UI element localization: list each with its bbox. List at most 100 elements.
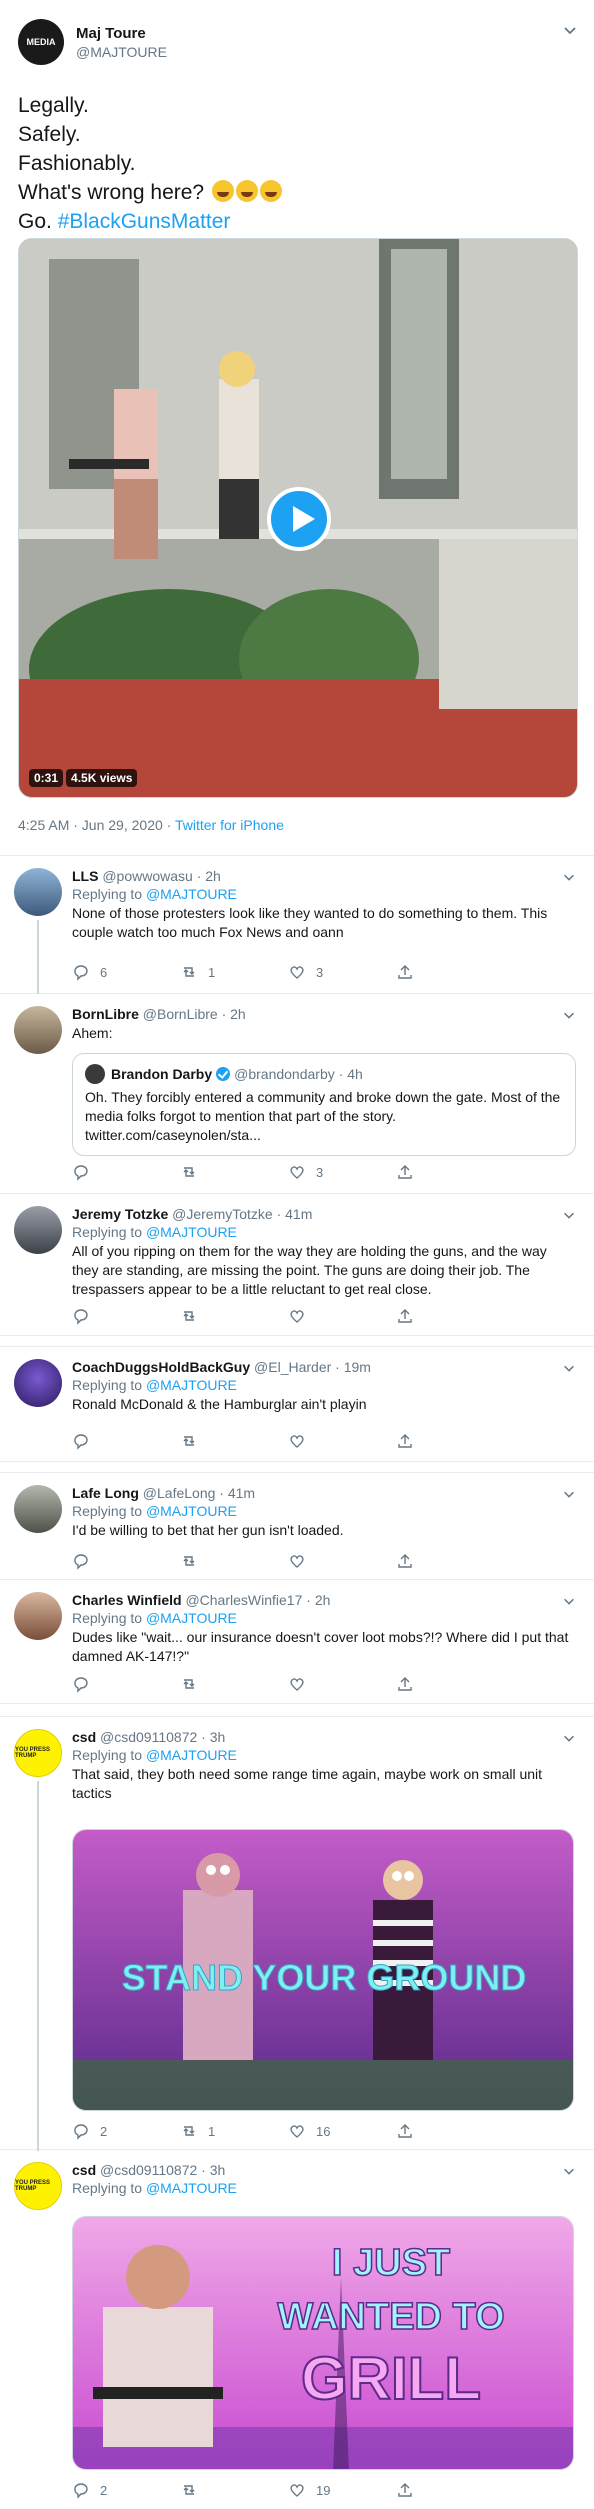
avatar[interactable]: [14, 1485, 62, 1533]
reply-tweet[interactable]: LLS @powwowasu · 2h Replying to @MAJTOUR…: [0, 856, 594, 994]
author-name[interactable]: csd: [72, 2162, 96, 2178]
reply-button[interactable]: 6: [72, 963, 180, 981]
share-icon: [398, 1434, 412, 1448]
timestamp[interactable]: 4:25 AM · Jun 29, 2020 ·: [18, 817, 175, 833]
reply-time[interactable]: · 3h: [201, 2162, 225, 2178]
like-button[interactable]: 19: [288, 2481, 396, 2499]
author-handle[interactable]: @csd09110872: [100, 2162, 197, 2178]
reply-button[interactable]: 2: [72, 2122, 180, 2140]
avatar[interactable]: [14, 1206, 62, 1254]
mention-link[interactable]: @MAJTOURE: [146, 2180, 237, 2196]
like-button[interactable]: [288, 1552, 396, 1570]
like-button[interactable]: [288, 1675, 396, 1693]
author-handle[interactable]: @MAJTOURE: [76, 44, 167, 60]
reply-button[interactable]: [72, 1163, 180, 1181]
share-button[interactable]: [396, 2481, 504, 2499]
author-name[interactable]: Lafe Long: [72, 1485, 139, 1501]
reply-button[interactable]: [72, 1307, 180, 1325]
quote-link[interactable]: twitter.com/caseynolen/sta...: [85, 1126, 563, 1145]
share-button[interactable]: [396, 1432, 504, 1450]
retweet-button[interactable]: [180, 1552, 288, 1570]
laughing-emoji-icon: [259, 180, 282, 202]
author-name[interactable]: Charles Winfield: [72, 1592, 182, 1608]
reply-tweet[interactable]: YOU PRESS TRUMP csd @csd09110872 · 3h Re…: [0, 2150, 594, 2509]
author-handle[interactable]: @powwowasu: [102, 868, 192, 884]
reply-tweet[interactable]: CoachDuggsHoldBackGuy @El_Harder · 19m R…: [0, 1346, 594, 1462]
author-name[interactable]: CoachDuggsHoldBackGuy: [72, 1359, 250, 1375]
author-handle[interactable]: @LafeLong: [143, 1485, 216, 1501]
reply-time[interactable]: · 2h: [222, 1006, 246, 1022]
reply-tweet[interactable]: Lafe Long @LafeLong · 41m Replying to @M…: [0, 1472, 594, 1580]
avatar[interactable]: MEDIA: [18, 19, 64, 65]
share-button[interactable]: [396, 1675, 504, 1693]
chevron-down-icon[interactable]: [562, 22, 578, 38]
reply-tweet[interactable]: Charles Winfield @CharlesWinfie17 · 2h R…: [0, 1580, 594, 1704]
quote-text: Oh. They forcibly entered a community an…: [85, 1089, 561, 1124]
avatar[interactable]: [14, 1006, 62, 1054]
reply-time[interactable]: · 41m: [277, 1206, 313, 1222]
video-player[interactable]: 0:31 4.5K views: [18, 238, 578, 798]
reply-tweet[interactable]: Jeremy Totzke @JeremyTotzke · 41m Replyi…: [0, 1194, 594, 1336]
reply-icon: [74, 1309, 88, 1325]
like-button[interactable]: [288, 1307, 396, 1325]
author-handle[interactable]: @CharlesWinfie17: [185, 1592, 302, 1608]
laughing-emoji-icon: [211, 180, 234, 202]
avatar[interactable]: YOU PRESS TRUMP: [14, 1729, 62, 1777]
author-name[interactable]: LLS: [72, 868, 98, 884]
like-button[interactable]: 3: [288, 963, 396, 981]
retweet-button[interactable]: [180, 1307, 288, 1325]
like-button[interactable]: 3: [288, 1163, 396, 1181]
reply-time[interactable]: · 2h: [197, 868, 221, 884]
like-button[interactable]: [288, 1432, 396, 1450]
hashtag-link[interactable]: #BlackGunsMatter: [58, 210, 231, 233]
reply-button[interactable]: [72, 1432, 180, 1450]
reply-button[interactable]: [72, 1675, 180, 1693]
quoted-tweet[interactable]: Brandon Darby @brandondarby · 4h Oh. The…: [72, 1053, 576, 1156]
mention-link[interactable]: @MAJTOURE: [146, 1503, 237, 1519]
attached-image[interactable]: I JUST WANTED TO GRILL: [72, 2216, 574, 2470]
retweet-button[interactable]: [180, 1163, 288, 1181]
share-button[interactable]: [396, 963, 504, 981]
retweet-button[interactable]: [180, 1432, 288, 1450]
mention-link[interactable]: @MAJTOURE: [146, 1377, 237, 1393]
author-name[interactable]: BornLibre: [72, 1006, 139, 1022]
author-name[interactable]: Jeremy Totzke: [72, 1206, 168, 1222]
retweet-button[interactable]: [180, 1675, 288, 1693]
source-link[interactable]: Twitter for iPhone: [175, 817, 284, 833]
play-button[interactable]: [267, 487, 331, 551]
share-button[interactable]: [396, 2122, 504, 2140]
author-name[interactable]: Maj Toure: [76, 25, 167, 42]
author-handle[interactable]: @El_Harder: [254, 1359, 331, 1375]
avatar[interactable]: [14, 1359, 62, 1407]
reply-time[interactable]: · 41m: [219, 1485, 255, 1501]
avatar[interactable]: [14, 1592, 62, 1640]
mention-link[interactable]: @MAJTOURE: [146, 886, 237, 902]
share-button[interactable]: [396, 1307, 504, 1325]
share-button[interactable]: [396, 1552, 504, 1570]
like-button[interactable]: 16: [288, 2122, 396, 2140]
share-button[interactable]: [396, 1163, 504, 1181]
quote-time: · 4h: [338, 1065, 363, 1082]
share-icon: [398, 2483, 412, 2497]
reply-button[interactable]: [72, 1552, 180, 1570]
avatar[interactable]: YOU PRESS TRUMP: [14, 2162, 62, 2210]
avatar[interactable]: [14, 868, 62, 916]
reply-tweet[interactable]: YOU PRESS TRUMP csd @csd09110872 · 3h Re…: [0, 1716, 594, 2151]
reply-time[interactable]: · 3h: [201, 1729, 225, 1745]
mention-link[interactable]: @MAJTOURE: [146, 1747, 237, 1763]
retweet-button[interactable]: 1: [180, 963, 288, 981]
author-handle[interactable]: @csd09110872: [100, 1729, 197, 1745]
author-name[interactable]: csd: [72, 1729, 96, 1745]
author-handle[interactable]: @BornLibre: [143, 1006, 218, 1022]
retweet-button[interactable]: [180, 2481, 288, 2499]
author-handle[interactable]: @JeremyTotzke: [172, 1206, 273, 1222]
reply-time[interactable]: · 2h: [306, 1592, 330, 1608]
retweet-button[interactable]: 1: [180, 2122, 288, 2140]
share-icon: [398, 1677, 412, 1691]
reply-time[interactable]: · 19m: [335, 1359, 371, 1375]
mention-link[interactable]: @MAJTOURE: [146, 1224, 237, 1240]
reply-button[interactable]: 2: [72, 2481, 180, 2499]
reply-tweet[interactable]: BornLibre @BornLibre · 2h Ahem: Brandon …: [0, 994, 594, 1194]
mention-link[interactable]: @MAJTOURE: [146, 1610, 237, 1626]
attached-image[interactable]: STAND YOUR GROUND: [72, 1829, 574, 2111]
